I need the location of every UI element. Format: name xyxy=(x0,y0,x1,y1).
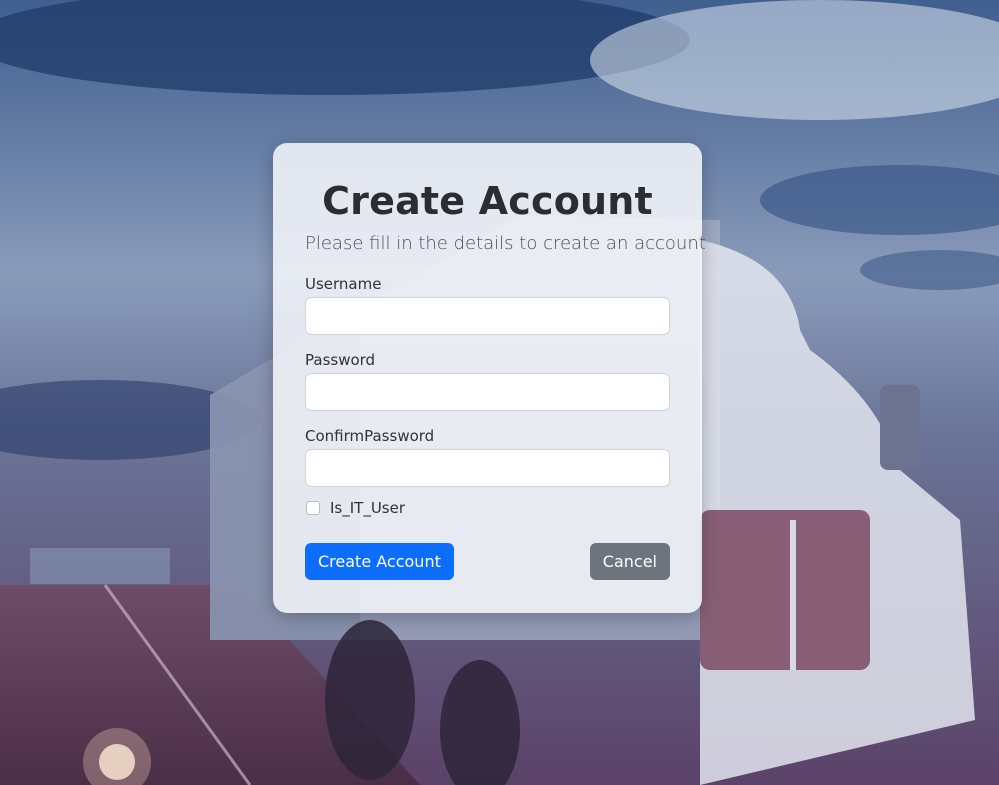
confirm-password-label: ConfirmPassword xyxy=(305,427,435,445)
is-it-user-checkbox[interactable] xyxy=(306,501,320,515)
username-label: Username xyxy=(305,275,382,293)
button-row: Create Account Cancel xyxy=(305,543,670,580)
password-label: Password xyxy=(305,351,376,369)
form-subtitle: Please fill in the details to create an … xyxy=(305,233,706,254)
cancel-button[interactable]: Cancel xyxy=(589,543,670,580)
confirm-password-field[interactable] xyxy=(305,449,670,487)
password-field[interactable] xyxy=(305,373,670,411)
is-it-user-label: Is_IT_User xyxy=(330,499,406,517)
is-it-user-row: Is_IT_User xyxy=(305,499,670,517)
username-field[interactable] xyxy=(305,297,670,335)
create-account-button[interactable]: Create Account xyxy=(305,543,454,580)
create-account-card: Create Account Please fill in the detail… xyxy=(273,143,706,613)
page-title: Create Account xyxy=(322,179,653,223)
